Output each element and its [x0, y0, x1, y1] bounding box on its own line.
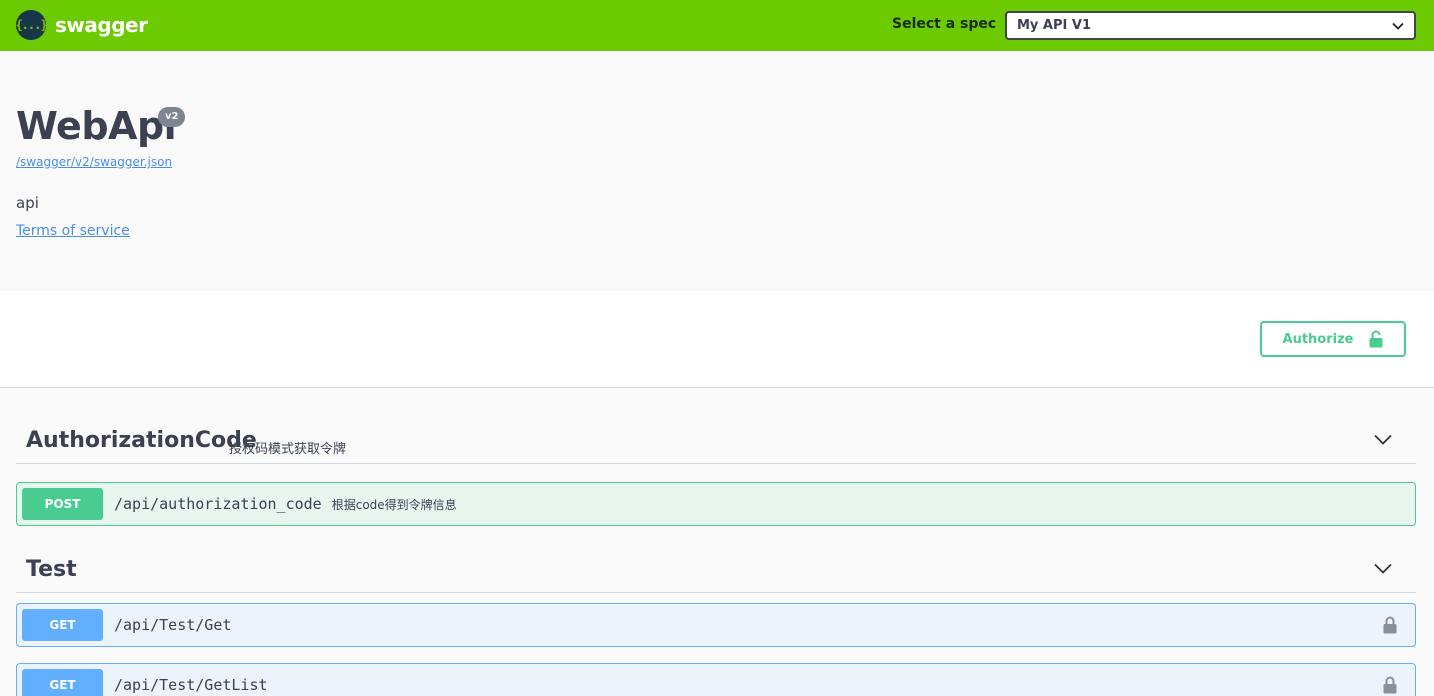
chevron-down-icon[interactable]	[1374, 434, 1392, 445]
swagger-logo[interactable]: {...} swagger	[15, 10, 148, 40]
chevron-down-icon	[1392, 22, 1404, 30]
api-description: api	[16, 194, 39, 212]
api-title: WebApi	[16, 104, 177, 148]
scheme-container: Authorize	[0, 291, 1434, 388]
info-section: WebApi v2 /swagger/v2/swagger.json api T…	[0, 51, 1434, 291]
padlock-icon[interactable]	[1383, 616, 1397, 634]
unlocked-padlock-icon	[1369, 330, 1383, 348]
operation-path: /api/authorization_code	[114, 495, 322, 513]
logo-text: swagger	[55, 13, 148, 37]
tag-authorizationcode[interactable]: AuthorizationCode 授权码模式获取令牌	[16, 418, 1416, 464]
tag-name: AuthorizationCode	[26, 428, 257, 453]
tag-description: 授权码模式获取令牌	[229, 442, 347, 457]
authorize-button[interactable]: Authorize	[1260, 321, 1406, 357]
operation-path: /api/Test/GetList	[114, 676, 268, 694]
version-badge: v2	[158, 107, 186, 127]
authorize-label: Authorize	[1282, 331, 1354, 347]
spec-url-link[interactable]: /swagger/v2/swagger.json	[16, 155, 172, 169]
chevron-down-icon[interactable]	[1374, 563, 1392, 574]
operation-post-authorization-code[interactable]: POST /api/authorization_code 根据code得到令牌信…	[16, 482, 1416, 526]
operation-get-test-get[interactable]: GET /api/Test/Get	[16, 603, 1416, 647]
padlock-icon[interactable]	[1383, 676, 1397, 694]
operation-get-test-getlist[interactable]: GET /api/Test/GetList	[16, 663, 1416, 696]
spec-select-value: My API V1	[1017, 18, 1091, 33]
operation-summary: 根据code得到令牌信息	[331, 497, 457, 512]
swagger-logo-icon: {...}	[15, 10, 48, 40]
tag-test[interactable]: Test	[16, 547, 1416, 593]
spec-select-label: Select a spec	[892, 16, 997, 32]
spec-select[interactable]: My API V1	[1005, 11, 1416, 40]
tag-name: Test	[26, 557, 77, 582]
operation-path: /api/Test/Get	[114, 616, 232, 634]
terms-of-service-link[interactable]: Terms of service	[16, 223, 130, 239]
method-badge: GET	[22, 609, 103, 641]
method-badge: GET	[22, 669, 103, 696]
method-badge: POST	[22, 488, 103, 520]
topbar: {...} swagger Select a spec My API V1	[0, 0, 1434, 51]
